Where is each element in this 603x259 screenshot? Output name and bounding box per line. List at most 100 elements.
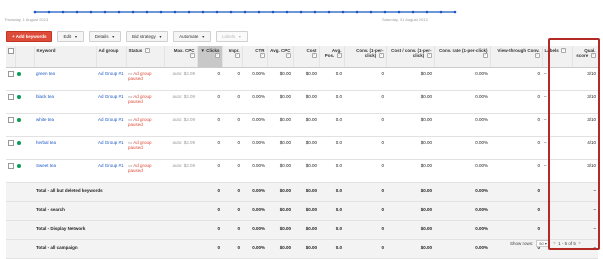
chart-point[interactable] (33, 10, 37, 14)
row-checkbox-cell[interactable] (6, 159, 15, 183)
help-icon[interactable]: ? (259, 53, 265, 59)
chart-point[interactable] (187, 10, 191, 14)
status-cell[interactable]: ▭Ad group paused (126, 90, 164, 114)
row-checkbox-cell[interactable] (6, 113, 15, 137)
prev-page-icon[interactable]: ◂ (553, 240, 555, 246)
chart-point[interactable] (173, 10, 177, 14)
column-cost[interactable]: Cost? (293, 46, 320, 68)
row-checkbox[interactable] (8, 70, 14, 77)
help-icon[interactable]: ? (378, 53, 384, 59)
help-icon[interactable]: ? (234, 53, 240, 59)
add-keywords-button[interactable]: + Add keywords (6, 31, 53, 42)
chart-point[interactable] (89, 10, 93, 14)
table-row[interactable]: white tea Ad Group #1 ▭Ad group paused a… (6, 113, 598, 137)
chart-point[interactable] (327, 10, 331, 14)
ad-group-link[interactable]: Ad Group #1 (96, 136, 126, 160)
select-all-checkbox-cell[interactable] (6, 46, 16, 68)
chart-point[interactable] (341, 10, 345, 14)
column-max-cpc[interactable]: Max. CPC ? (164, 46, 198, 68)
chart-point[interactable] (411, 10, 415, 14)
edit-button[interactable]: Edit ▼ (57, 31, 84, 42)
help-icon[interactable]: ? (426, 53, 432, 59)
column-conv[interactable]: Conv. (1-per-click) ? (344, 46, 387, 68)
help-icon[interactable]: ? (285, 53, 291, 59)
max-cpc-cell[interactable]: auto: $2.09 (164, 159, 197, 183)
help-icon[interactable]: ? (144, 48, 150, 54)
chart-point[interactable] (285, 10, 289, 14)
column-labels[interactable]: Labels ? (542, 46, 573, 68)
labels-button[interactable]: Labels ▼ (215, 31, 248, 42)
table-row[interactable]: green tea Ad Group #1 ▭Ad group paused a… (6, 67, 598, 91)
help-icon[interactable]: ? (590, 53, 596, 59)
max-cpc-cell[interactable]: auto: $2.09 (164, 113, 197, 137)
chart-point[interactable] (369, 10, 373, 14)
chart-point[interactable] (229, 10, 233, 14)
row-checkbox[interactable] (8, 139, 14, 146)
status-cell[interactable]: ▭Ad group paused (126, 136, 164, 160)
help-icon[interactable]: ? (189, 53, 195, 59)
row-checkbox-cell[interactable] (6, 67, 15, 91)
help-icon[interactable]: ? (214, 53, 220, 59)
chart-point[interactable] (243, 10, 247, 14)
details-button[interactable]: Details ▼ (88, 31, 121, 42)
column-impr[interactable]: Impr.? (222, 46, 243, 68)
chart-point[interactable] (355, 10, 359, 14)
keyword-cell[interactable]: white tea (34, 113, 96, 137)
chart-point[interactable] (397, 10, 401, 14)
chart-point[interactable] (299, 10, 303, 14)
column-avg-pos[interactable]: Avg. Pos. ? (319, 46, 345, 68)
column-cost-conv[interactable]: Cost / conv. (1-per-click) ? (386, 46, 435, 68)
help-icon[interactable]: ? (534, 53, 540, 59)
chart-point[interactable] (47, 10, 51, 14)
chart-point[interactable] (61, 10, 65, 14)
chart-point[interactable] (313, 10, 317, 14)
keyword-cell[interactable]: herbal tea (34, 136, 96, 160)
column-clicks[interactable]: ▼ Clicks? (197, 46, 223, 68)
ad-group-link[interactable]: Ad Group #1 (96, 67, 126, 91)
column-ctr[interactable]: CTR? (242, 46, 268, 68)
table-row[interactable]: black tea Ad Group #1 ▭Ad group paused a… (6, 90, 598, 114)
chart-point[interactable] (271, 10, 275, 14)
show-rows-select[interactable]: 50 ▾ (536, 239, 550, 247)
chart-point[interactable] (453, 10, 457, 14)
column-ad-group[interactable]: Ad group (96, 46, 127, 68)
row-checkbox[interactable] (8, 116, 14, 123)
max-cpc-cell[interactable]: auto: $2.09 (164, 90, 197, 114)
select-all-checkbox[interactable] (8, 48, 14, 54)
next-page-icon[interactable]: ▸ (579, 240, 581, 246)
row-checkbox[interactable] (8, 93, 14, 100)
column-keyword[interactable]: Keyword (34, 46, 97, 68)
row-checkbox-cell[interactable] (6, 90, 15, 114)
chart-point[interactable] (117, 10, 121, 14)
status-cell[interactable]: ▭Ad group paused (126, 159, 164, 183)
help-icon[interactable]: ? (311, 53, 317, 59)
keyword-cell[interactable]: black tea (34, 90, 96, 114)
column-view-through[interactable]: View-through Conv. ? (490, 46, 543, 68)
chart-point[interactable] (75, 10, 79, 14)
chart-point[interactable] (439, 10, 443, 14)
table-row[interactable]: Sweet tea Ad Group #1 ▭Ad group paused a… (6, 159, 598, 183)
ad-group-link[interactable]: Ad Group #1 (96, 159, 126, 183)
table-row[interactable]: herbal tea Ad Group #1 ▭Ad group paused … (6, 136, 598, 160)
chart-point[interactable] (215, 10, 219, 14)
chart-point[interactable] (103, 10, 107, 14)
help-icon[interactable]: ? (561, 48, 567, 54)
row-checkbox[interactable] (8, 162, 14, 169)
ad-group-link[interactable]: Ad Group #1 (96, 90, 126, 114)
column-qual-score[interactable]: Qual. score ? (572, 46, 599, 68)
row-checkbox-cell[interactable] (6, 136, 15, 160)
ad-group-link[interactable]: Ad Group #1 (96, 113, 126, 137)
chart-point[interactable] (425, 10, 429, 14)
max-cpc-cell[interactable]: auto: $2.09 (164, 136, 197, 160)
help-icon[interactable]: ? (482, 53, 488, 59)
column-conv-rate[interactable]: Conv. rate (1-per-click) ? (434, 46, 491, 68)
max-cpc-cell[interactable]: auto: $2.09 (164, 67, 197, 91)
chart-point[interactable] (257, 10, 261, 14)
keyword-cell[interactable]: Sweet tea (34, 159, 96, 183)
chart-point[interactable] (201, 10, 205, 14)
status-cell[interactable]: ▭Ad group paused (126, 67, 164, 91)
status-cell[interactable]: ▭Ad group paused (126, 113, 164, 137)
bid-strategy-button[interactable]: Bid strategy ▼ (125, 31, 169, 42)
chart-point[interactable] (145, 10, 149, 14)
automate-button[interactable]: Automate ▼ (173, 31, 211, 42)
